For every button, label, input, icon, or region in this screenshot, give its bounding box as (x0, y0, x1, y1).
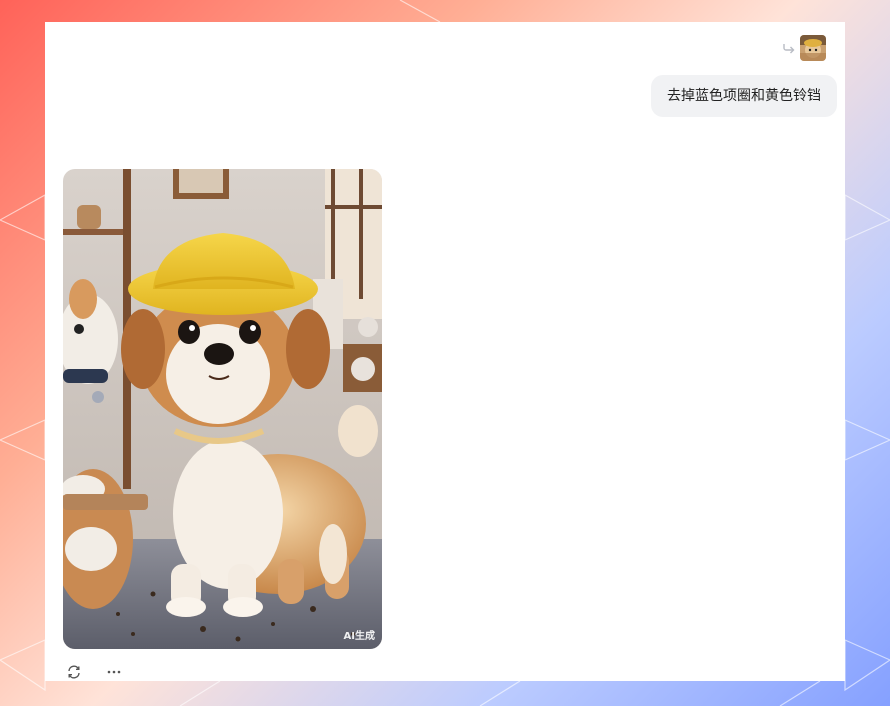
refresh-icon (68, 665, 80, 679)
user-header (782, 35, 826, 61)
message-actions (65, 663, 123, 681)
more-dots-icon (107, 670, 121, 674)
chat-panel: 去掉蓝色项圈和黄色铃铛 AI生成 (45, 22, 845, 681)
more-button[interactable] (105, 663, 123, 681)
generated-dog-image[interactable]: AI生成 (63, 169, 382, 649)
user-message-bubble: 去掉蓝色项圈和黄色铃铛 (651, 75, 837, 117)
regenerate-button[interactable] (65, 663, 83, 681)
share-arrow-icon[interactable] (782, 41, 796, 55)
ai-watermark: AI生成 (344, 629, 375, 642)
user-avatar[interactable] (800, 35, 826, 61)
